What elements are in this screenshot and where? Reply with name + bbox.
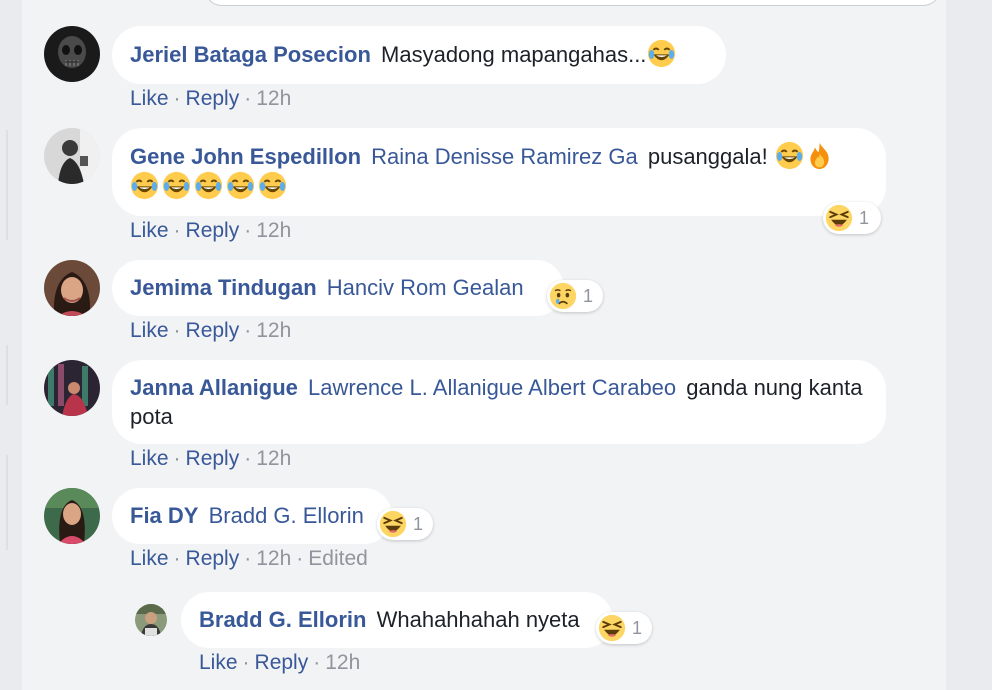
reaction-count[interactable]: 1 xyxy=(596,612,652,644)
reaction-count-number: 1 xyxy=(413,513,424,534)
comment-text: Masyadong mapangahas... xyxy=(381,42,647,67)
separator: · xyxy=(173,319,181,342)
separator: · xyxy=(173,447,181,470)
right-gutter xyxy=(946,0,992,690)
separator: · xyxy=(173,547,181,570)
separator: · xyxy=(173,87,181,110)
like-link[interactable]: Like xyxy=(130,319,169,342)
separator: · xyxy=(244,447,252,470)
comment-author[interactable]: Jemima Tindugan xyxy=(130,275,317,300)
separator: · xyxy=(244,87,252,110)
comment-text: Whahahhahah nyeta xyxy=(376,607,580,632)
edited-label[interactable]: Edited xyxy=(308,547,368,570)
comment-bubble: Jeriel Bataga Posecion Masyadong mapanga… xyxy=(112,26,726,84)
left-edge xyxy=(0,0,22,690)
separator: · xyxy=(242,651,250,674)
like-link[interactable]: Like xyxy=(199,651,238,674)
avatar[interactable] xyxy=(44,260,100,316)
avatar[interactable] xyxy=(135,604,167,636)
laughing-tears-emoji xyxy=(162,171,191,200)
avatar[interactable] xyxy=(44,488,100,544)
timestamp[interactable]: 12h xyxy=(256,87,291,110)
tagged-user[interactable]: Raina Denisse Ramirez Ga xyxy=(371,144,638,169)
like-link[interactable]: Like xyxy=(130,219,169,242)
comment-bubble: Bradd G. Ellorin Whahahhahah nyeta xyxy=(181,592,613,648)
comment-author[interactable]: Jeriel Bataga Posecion xyxy=(130,42,371,67)
like-link[interactable]: Like xyxy=(130,547,169,570)
avatar[interactable] xyxy=(44,128,100,184)
laughing-tears-emoji xyxy=(130,171,159,200)
laughing-tears-emoji xyxy=(226,171,255,200)
reply-link[interactable]: Reply xyxy=(186,87,240,110)
timestamp[interactable]: 12h xyxy=(325,651,360,674)
comment-bubble: Jemima Tindugan Hanciv Rom Gealan xyxy=(112,260,564,316)
reaction-count[interactable]: 1 xyxy=(547,280,603,312)
separator: · xyxy=(244,319,252,342)
comment-text: pusanggala! xyxy=(647,144,768,169)
avatar[interactable] xyxy=(44,26,100,82)
fire-emoji xyxy=(805,141,834,170)
like-link[interactable]: Like xyxy=(130,447,169,470)
separator: · xyxy=(313,651,321,674)
reply-link[interactable]: Reply xyxy=(186,447,240,470)
separator: · xyxy=(173,219,181,242)
comment-author[interactable]: Gene John Espedillon xyxy=(130,144,361,169)
comment-bubble: Fia DY Bradd G. Ellorin xyxy=(112,488,392,544)
tagged-user[interactable]: Lawrence L. Allanigue Albert Carabeo xyxy=(308,375,676,400)
separator: · xyxy=(244,547,252,570)
separator: · xyxy=(244,219,252,242)
left-edge-divider xyxy=(6,455,8,550)
tagged-user[interactable]: Bradd G. Ellorin xyxy=(209,503,364,528)
laughing-tears-emoji xyxy=(775,141,804,170)
comment-input-box[interactable] xyxy=(204,0,941,6)
reaction-count-number: 1 xyxy=(632,617,643,638)
reaction-count[interactable]: 1 xyxy=(823,202,881,234)
reaction-count-number: 1 xyxy=(583,285,594,306)
comment-actions: Like · Reply · 12h · Edited xyxy=(130,546,368,572)
like-link[interactable]: Like xyxy=(130,87,169,110)
haha-reaction-icon xyxy=(825,204,853,232)
reaction-count-number: 1 xyxy=(859,207,870,228)
reply-link[interactable]: Reply xyxy=(186,547,240,570)
comment-author[interactable]: Fia DY xyxy=(130,503,198,528)
laughing-tears-emoji xyxy=(647,39,676,68)
sad-reaction-icon xyxy=(549,282,577,310)
separator: · xyxy=(296,547,304,570)
comment-author[interactable]: Bradd G. Ellorin xyxy=(199,607,366,632)
reply-link[interactable]: Reply xyxy=(186,219,240,242)
tagged-user[interactable]: Hanciv Rom Gealan xyxy=(327,275,524,300)
timestamp[interactable]: 12h xyxy=(256,219,291,242)
avatar[interactable] xyxy=(44,360,100,416)
left-edge-divider xyxy=(6,130,8,240)
left-edge-divider xyxy=(6,345,8,405)
laughing-tears-emoji xyxy=(194,171,223,200)
comment-actions: Like · Reply · 12h xyxy=(130,86,291,112)
comment-bubble: Janna Allanigue Lawrence L. Allanigue Al… xyxy=(112,360,886,444)
reply-link[interactable]: Reply xyxy=(255,651,309,674)
timestamp[interactable]: 12h xyxy=(256,319,291,342)
comment-actions: Like · Reply · 12h xyxy=(130,318,291,344)
comment-actions: Like · Reply · 12h xyxy=(199,650,360,676)
comment-bubble: Gene John Espedillon Raina Denisse Ramir… xyxy=(112,128,886,216)
haha-reaction-icon xyxy=(598,614,626,642)
timestamp[interactable]: 12h xyxy=(256,447,291,470)
laughing-tears-emoji xyxy=(258,171,287,200)
haha-reaction-icon xyxy=(379,510,407,538)
comment-actions: Like · Reply · 12h xyxy=(130,446,291,472)
comment-author[interactable]: Janna Allanigue xyxy=(130,375,298,400)
timestamp[interactable]: 12h xyxy=(256,547,291,570)
reaction-count[interactable]: 1 xyxy=(377,508,433,540)
comment-actions: Like · Reply · 12h xyxy=(130,218,291,244)
reply-link[interactable]: Reply xyxy=(186,319,240,342)
